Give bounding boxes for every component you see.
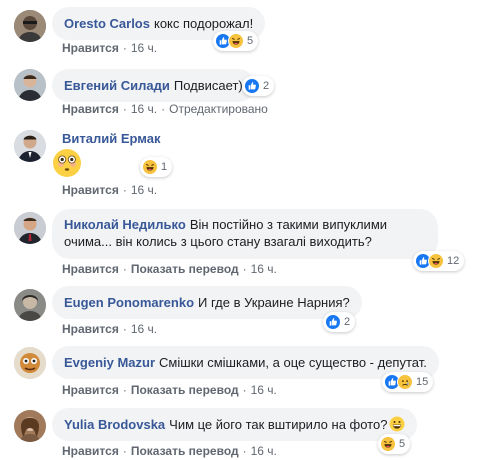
- avatar[interactable]: [14, 347, 46, 379]
- like-link[interactable]: Нравится: [62, 102, 119, 116]
- comment-author[interactable]: Yulia Brodovska: [64, 417, 165, 432]
- comment-text: Подвисает): [173, 78, 243, 93]
- like-link[interactable]: Нравится: [62, 183, 119, 197]
- avatar[interactable]: [14, 410, 46, 442]
- like-icon: [244, 78, 260, 94]
- like-link[interactable]: Нравится: [62, 41, 119, 55]
- comment-author[interactable]: Oresto Carlos: [64, 16, 150, 31]
- comment-bubble: Evgeniy Mazur Смішки смішками, а оце суще…: [52, 346, 439, 379]
- like-link[interactable]: Нравится: [62, 322, 119, 336]
- show-translation-link[interactable]: Показать перевод: [131, 444, 239, 458]
- like-icon: [325, 314, 341, 330]
- timestamp[interactable]: 16 ч.: [251, 262, 277, 276]
- haha-icon: [380, 436, 396, 452]
- comment-actions: Нравится · Показать перевод · 16 ч.: [62, 383, 277, 397]
- edited-label[interactable]: Отредактировано: [169, 102, 268, 116]
- timestamp[interactable]: 16 ч.: [251, 444, 277, 458]
- timestamp[interactable]: 16 ч.: [131, 41, 157, 55]
- flushed-emoji-sticker: [52, 148, 82, 178]
- haha-icon: [228, 33, 244, 49]
- comment-bubble: Eugen Ponomarenko И где в Украине Нарния?: [52, 286, 362, 319]
- comment-author[interactable]: Николай Недилько: [64, 217, 186, 232]
- comment-actions: Нравится · 16 ч.: [62, 183, 158, 197]
- comment-author[interactable]: Евгений Силади: [64, 78, 170, 93]
- comment-actions: Нравится · 16 ч.: [62, 41, 158, 55]
- haha-icon: [142, 159, 158, 175]
- comment-actions: Нравится · Показать перевод · 16 ч.: [62, 262, 277, 276]
- show-translation-link[interactable]: Показать перевод: [131, 262, 239, 276]
- reaction-summary[interactable]: 5: [378, 434, 411, 454]
- timestamp[interactable]: 16 ч.: [251, 383, 277, 397]
- grinning-emoji: [389, 416, 405, 432]
- timestamp[interactable]: 16 ч.: [131, 183, 157, 197]
- avatar[interactable]: [14, 289, 46, 321]
- reaction-summary[interactable]: 1: [140, 157, 173, 177]
- comment-actions: Нравится · 16 ч. · Отредактировано: [62, 102, 268, 116]
- comment-text: Чим це його так вштирило на фото?: [169, 417, 388, 432]
- avatar[interactable]: [14, 212, 46, 244]
- reaction-count: 5: [247, 35, 254, 47]
- reaction-count: 1: [161, 161, 168, 173]
- reaction-summary[interactable]: 2: [323, 312, 356, 332]
- comment-actions: Нравится · Показать перевод · 16 ч.: [62, 444, 277, 458]
- timestamp[interactable]: 16 ч.: [131, 322, 157, 336]
- comment-bubble: Yulia Brodovska Чим це його так вштирило …: [52, 408, 418, 441]
- sad-icon: [397, 374, 413, 390]
- like-link[interactable]: Нравится: [62, 262, 119, 276]
- reaction-summary[interactable]: 15: [382, 372, 434, 392]
- reaction-count: 12: [447, 255, 460, 267]
- reaction-count: 2: [344, 316, 351, 328]
- avatar[interactable]: [14, 130, 46, 162]
- comment-author[interactable]: Виталий Ермак: [62, 130, 160, 147]
- timestamp[interactable]: 16 ч.: [131, 102, 157, 116]
- comment-text: И где в Украине Нарния?: [198, 295, 350, 310]
- comment-author[interactable]: Eugen Ponomarenko: [64, 295, 194, 310]
- reaction-count: 5: [399, 438, 406, 450]
- comment-text: кокс подорожал!: [153, 16, 254, 31]
- comment-actions: Нравится · 16 ч.: [62, 322, 158, 336]
- reaction-summary[interactable]: 2: [242, 76, 275, 96]
- comment-bubble: Евгений Силади Подвисает): [52, 69, 255, 102]
- reaction-count: 2: [263, 80, 270, 92]
- reaction-summary[interactable]: 12: [413, 251, 465, 271]
- reaction-count: 15: [416, 376, 429, 388]
- comment-text: Смішки смішками, а оце существо - депута…: [159, 355, 427, 370]
- avatar[interactable]: [14, 69, 46, 101]
- reaction-summary[interactable]: 5: [213, 31, 259, 51]
- show-translation-link[interactable]: Показать перевод: [131, 383, 239, 397]
- haha-icon: [428, 253, 444, 269]
- comment-author[interactable]: Evgeniy Mazur: [64, 355, 155, 370]
- like-link[interactable]: Нравится: [62, 444, 119, 458]
- like-link[interactable]: Нравится: [62, 383, 119, 397]
- avatar[interactable]: [14, 10, 46, 42]
- comment-bubble: Николай Недилько Він постійно з такими ви…: [52, 209, 438, 259]
